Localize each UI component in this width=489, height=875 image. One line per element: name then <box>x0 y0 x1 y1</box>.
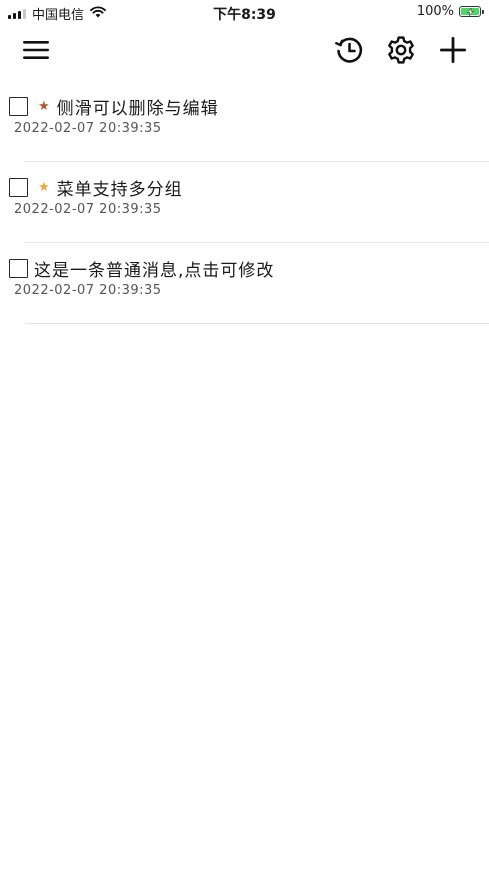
list-item-row: ★ 菜单支持多分组 <box>9 175 183 200</box>
top-navigation-bar <box>0 30 489 72</box>
divider <box>25 323 489 324</box>
battery-icon <box>459 6 484 17</box>
charging-bolt-icon <box>461 7 479 16</box>
hamburger-menu-icon[interactable] <box>20 34 52 66</box>
list-item[interactable]: ★ 侧滑可以删除与编辑 2022-02-07 20:39:35 <box>0 81 489 162</box>
item-checkbox[interactable] <box>9 259 28 278</box>
list-item-row: 这是一条普通消息,点击可修改 <box>9 256 274 281</box>
item-title: 侧滑可以删除与编辑 <box>56 99 219 119</box>
item-timestamp: 2022-02-07 20:39:35 <box>14 121 162 136</box>
status-bar: 中国电信 下午8:39 100% <box>0 0 489 26</box>
item-timestamp: 2022-02-07 20:39:35 <box>14 202 162 217</box>
item-timestamp: 2022-02-07 20:39:35 <box>14 283 162 298</box>
history-clock-icon[interactable] <box>333 34 365 66</box>
status-time: 下午8:39 <box>213 7 276 23</box>
star-icon: ★ <box>38 99 50 114</box>
status-bar-right: 100% <box>416 4 484 19</box>
list-item[interactable]: ★ 菜单支持多分组 2022-02-07 20:39:35 <box>0 162 489 243</box>
battery-percent: 100% <box>416 4 454 19</box>
item-checkbox[interactable] <box>9 178 28 197</box>
item-title: 菜单支持多分组 <box>56 180 183 200</box>
gear-icon[interactable] <box>385 34 417 66</box>
memo-list: ★ 侧滑可以删除与编辑 2022-02-07 20:39:35 ★ 菜单支持多分… <box>0 81 489 324</box>
star-icon: ★ <box>38 180 50 195</box>
plus-icon[interactable] <box>437 34 469 66</box>
list-item-row: ★ 侧滑可以删除与编辑 <box>9 94 219 119</box>
item-checkbox[interactable] <box>9 97 28 116</box>
item-title: 这是一条普通消息,点击可修改 <box>34 261 275 281</box>
list-item[interactable]: 这是一条普通消息,点击可修改 2022-02-07 20:39:35 <box>0 243 489 324</box>
